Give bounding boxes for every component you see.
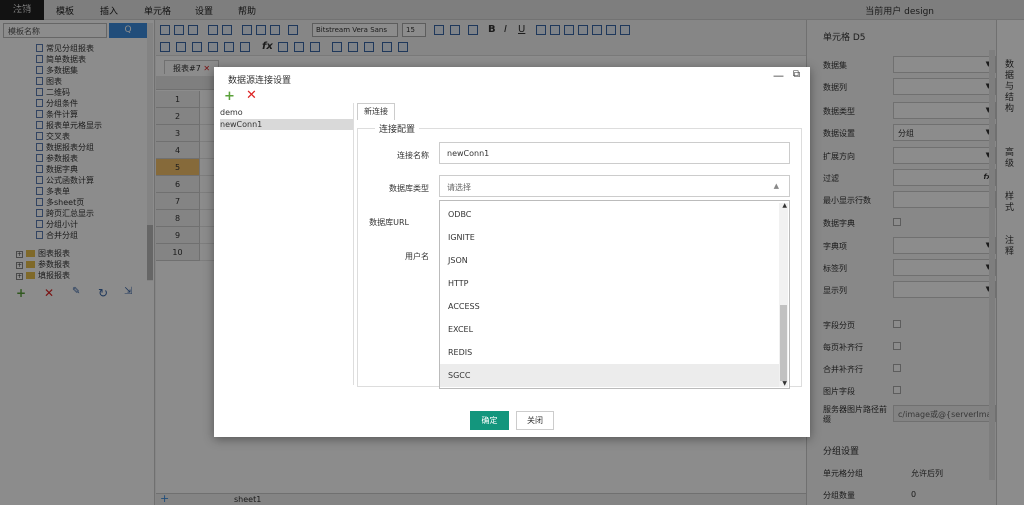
dropdown-scrollbar-thumb[interactable] [780, 305, 787, 381]
connection-list: + ✕ demo newConn1 [218, 87, 353, 387]
add-icon[interactable]: + [224, 89, 235, 104]
divider [353, 103, 354, 385]
user-label: 用户名 [405, 252, 429, 261]
scroll-down-icon[interactable]: ▼ [782, 380, 787, 387]
dropdown-option[interactable]: ACCESS [440, 295, 779, 318]
ok-button[interactable]: 确定 [470, 411, 509, 430]
tab-new-connection[interactable]: 新连接 [357, 103, 395, 120]
datasource-dialog: 数据源连接设置 — ⧉ + ✕ demo newConn1 新连接 连接配置 连… [214, 67, 810, 437]
maximize-icon[interactable]: ⧉ [793, 69, 800, 80]
chevron-up-icon: ▲ [773, 182, 779, 190]
name-label: 连接名称 [397, 151, 429, 160]
dropdown-option[interactable]: REDIS [440, 341, 779, 364]
close-button[interactable]: 关闭 [516, 411, 554, 430]
dialog-title: 数据源连接设置 [228, 76, 292, 86]
dropdown-option[interactable]: HTTP [440, 272, 779, 295]
minimize-icon[interactable]: — [773, 69, 784, 82]
db-type-dropdown: ODBC IGNITE JSON HTTP ACCESS EXCEL REDIS… [439, 200, 790, 389]
dropdown-option[interactable]: IGNITE [440, 226, 779, 249]
dropdown-option[interactable]: JSON [440, 249, 779, 272]
connection-item[interactable]: demo [220, 107, 353, 118]
dropdown-option[interactable]: EXCEL [440, 318, 779, 341]
type-label: 数据库类型 [389, 184, 429, 193]
connection-name-input[interactable]: newConn1 [439, 142, 790, 164]
dropdown-option[interactable]: ODBC [440, 203, 779, 226]
delete-icon[interactable]: ✕ [246, 88, 257, 103]
dropdown-option-hover[interactable]: SGCC [440, 364, 779, 387]
fieldset-legend: 连接配置 [375, 122, 420, 135]
db-type-select[interactable]: 请选择 ▲ [439, 175, 790, 197]
scroll-up-icon[interactable]: ▲ [782, 202, 787, 209]
url-label: 数据库URL [369, 218, 409, 227]
connection-item-active[interactable]: newConn1 [220, 119, 353, 130]
